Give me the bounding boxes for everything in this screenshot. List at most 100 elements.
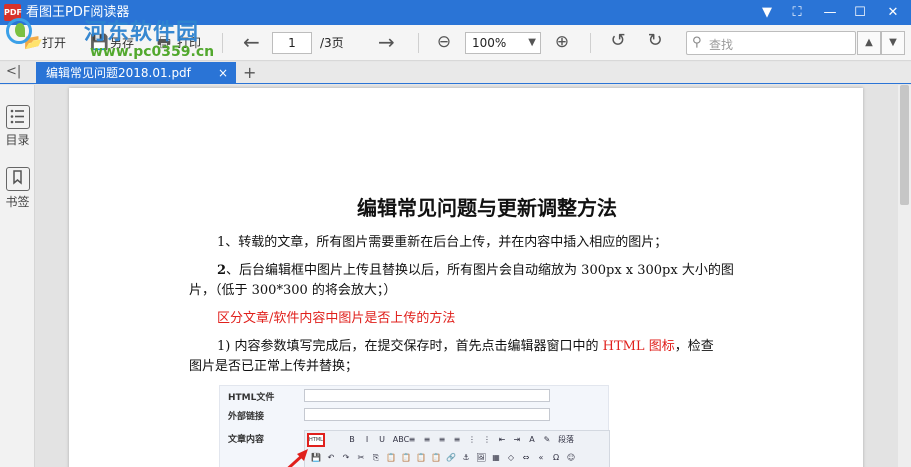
- editor-tool-icon: ✂: [357, 453, 365, 462]
- editor-tool-icon: ⋮: [468, 435, 476, 444]
- editor-tool-icon: 段落: [558, 435, 574, 444]
- paragraph-2-line-1: 2、后台编辑框中图片上传且替换以后，所有图片会自动缩放为 300px x 300…: [217, 261, 734, 281]
- html-source-icon: HTML: [307, 433, 325, 447]
- form-input-external-link: [304, 408, 550, 421]
- scrollbar-thumb[interactable]: [900, 85, 909, 205]
- paragraph-2-number: 2: [217, 263, 227, 278]
- rotate-left-icon[interactable]: ↺: [610, 32, 626, 50]
- editor-toolbar-image: HTML B I U ABC ≡ ≡ ≡ ≡ ⋮ ⋮ ⇤ ⇥ A ✎ 段落 💾 ↶ ↷ ✂ ⎘ 📋 📋 📋 📋 🔗 ⚓ 🖼 ▦ ◇ ⇔ «…: [304, 430, 610, 467]
- search-next-button[interactable]: ▼: [881, 31, 905, 55]
- search-placeholder: 查找: [709, 38, 734, 52]
- editor-tool-icon: ≡: [423, 435, 431, 444]
- sidebar-item-bookmark[interactable]: 书签: [0, 167, 35, 210]
- paragraph-3-highlight: HTML 图标: [602, 339, 675, 354]
- menu-dropdown-button[interactable]: ▼: [752, 0, 782, 25]
- editor-tool-icon: 📋: [431, 453, 441, 462]
- editor-tool-icon: 🖼: [476, 453, 487, 462]
- editor-tool-icon: ≡: [438, 435, 446, 444]
- vertical-scrollbar[interactable]: [898, 85, 911, 467]
- editor-tool-icon: 📋: [386, 453, 396, 462]
- zoom-out-icon[interactable]: ⊖: [436, 34, 452, 51]
- left-sidebar: 目录 书签: [0, 85, 35, 467]
- editor-tool-icon: Ω: [552, 453, 560, 462]
- editor-tool-icon: I: [365, 435, 369, 444]
- embedded-form-image: HTML文件 外部链接 文章内容 HTML B I U ABC ≡ ≡ ≡ ≡ ⋮ ⋮ ⇤ ⇥ A ✎ 段落…: [219, 385, 610, 467]
- form-label-content: 文章内容: [228, 435, 265, 445]
- editor-tool-icon: ⇤: [498, 435, 506, 444]
- open-folder-icon[interactable]: 📂: [24, 34, 43, 50]
- sidebar-item-label: 目录: [5, 133, 30, 147]
- zoom-in-icon[interactable]: ⊕: [554, 34, 570, 51]
- chevron-down-icon: ▼: [528, 37, 536, 48]
- editor-tool-icon: A: [529, 435, 535, 444]
- editor-tool-icon: ◇: [507, 453, 515, 462]
- search-prev-button[interactable]: ▲: [857, 31, 881, 55]
- document-title: 编辑常见问题与更新调整方法: [357, 196, 617, 220]
- print-button[interactable]: 打印: [177, 34, 201, 52]
- toolbar-divider: [590, 33, 591, 53]
- editor-tool-icon: ≡: [453, 435, 461, 444]
- document-viewport[interactable]: 编辑常见问题与更新调整方法 1、转载的文章，所有图片需要重新在后台上传，并在内容…: [35, 85, 898, 467]
- save-as-button[interactable]: 另存: [110, 34, 134, 52]
- pdf-page: 编辑常见问题与更新调整方法 1、转载的文章，所有图片需要重新在后台上传，并在内容…: [69, 88, 863, 467]
- editor-tool-icon: ⇥: [513, 435, 521, 444]
- paragraph-2-text: 、后台编辑框中图片上传且替换以后，所有图片会自动缩放为 300px x 300p…: [226, 263, 734, 278]
- fullscreen-button[interactable]: ⛶: [782, 0, 812, 25]
- paragraph-3-line-2: 图片是否已正常上传并替换；: [189, 359, 359, 374]
- red-arrow-icon: [287, 449, 308, 467]
- close-button[interactable]: ✕: [878, 0, 908, 25]
- editor-tool-icon: ✎: [543, 435, 551, 444]
- list-icon: [5, 105, 30, 129]
- search-icon: ⚲: [692, 35, 702, 50]
- title-bar: PDF 看图王PDF阅读器 ▼ ⛶ — ☐ ✕: [0, 0, 911, 25]
- section-heading: 区分文章/软件内容中图片是否上传的方法: [217, 311, 456, 326]
- tab-document[interactable]: 编辑常见问题2018.01.pdf ×: [36, 62, 236, 84]
- next-page-arrow-icon[interactable]: →: [378, 32, 395, 52]
- printer-icon[interactable]: 🖶: [156, 34, 172, 50]
- form-label-external-link: 外部链接: [228, 412, 265, 422]
- app-logo-icon: PDF: [4, 4, 22, 21]
- tab-bar: <| 编辑常见问题2018.01.pdf × +: [0, 62, 911, 84]
- editor-tool-icon: ≡: [408, 435, 416, 444]
- tab-close-icon[interactable]: ×: [218, 65, 228, 81]
- editor-tool-icon: B: [349, 435, 355, 444]
- paragraph-3-line-1: 1) 内容参数填写完成后，在提交保存时，首先点击编辑器窗口中的 HTML 图标，…: [217, 337, 714, 357]
- rotate-right-icon[interactable]: ↻: [647, 32, 663, 50]
- tab-label: 编辑常见问题2018.01.pdf: [46, 66, 191, 80]
- prev-page-arrow-icon[interactable]: ←: [243, 32, 260, 52]
- bookmark-icon: [5, 167, 30, 191]
- editor-tool-icon: ↶: [327, 453, 335, 462]
- sidebar-item-toc[interactable]: 目录: [0, 105, 35, 148]
- add-tab-button[interactable]: +: [243, 63, 256, 82]
- toolbar-divider: [222, 33, 223, 53]
- window-title: 看图王PDF阅读器: [26, 5, 130, 20]
- page-total-label: /3页: [320, 36, 344, 50]
- editor-tool-icon: 🔗: [446, 453, 456, 462]
- search-input[interactable]: ⚲ 查找: [686, 31, 856, 55]
- editor-tool-icon: ⇔: [522, 453, 530, 462]
- maximize-button[interactable]: ☐: [845, 0, 875, 25]
- paragraph-1: 1、转载的文章，所有图片需要重新在后台上传，并在内容中插入相应的图片；: [217, 235, 668, 250]
- sidebar-item-label: 书签: [5, 195, 30, 209]
- zoom-value: 100%: [472, 36, 507, 50]
- form-label-html-file: HTML文件: [228, 393, 275, 403]
- editor-tool-icon: U: [379, 435, 385, 444]
- editor-tool-icon: ⋮: [483, 435, 491, 444]
- editor-tool-icon: ⎘: [372, 453, 380, 462]
- paragraph-2-line-2: 片，（低于 300*300 的将会放大；）: [189, 283, 397, 298]
- editor-tool-icon: ⚓: [462, 453, 470, 462]
- editor-tool-icon: 📋: [416, 453, 426, 462]
- paragraph-3-prefix: 1) 内容参数填写完成后，在提交保存时，首先点击编辑器窗口中的: [217, 339, 603, 354]
- save-as-icon[interactable]: 💾: [90, 34, 109, 50]
- form-input-html-file: [304, 389, 550, 402]
- paragraph-3-suffix: ，检查: [674, 339, 714, 354]
- open-button[interactable]: 打开: [42, 34, 66, 52]
- page-number-input[interactable]: 1: [272, 32, 312, 54]
- minimize-button[interactable]: —: [815, 0, 845, 25]
- editor-tool-icon: 📋: [401, 453, 411, 462]
- main-toolbar: 📂 打开 💾 另存 🖶 打印 ← 1 /3页 → ⊖ 100% ▼ ⊕ ↺ ↻ …: [0, 25, 911, 61]
- editor-tool-icon: ☺: [566, 453, 576, 462]
- collapse-sidebar-icon[interactable]: <|: [6, 64, 21, 79]
- editor-tool-icon: ↷: [342, 453, 350, 462]
- zoom-select[interactable]: 100% ▼: [465, 32, 541, 54]
